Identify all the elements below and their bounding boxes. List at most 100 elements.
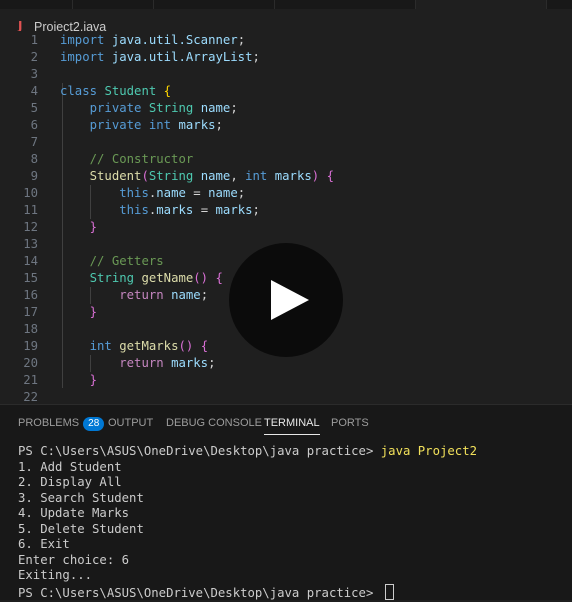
code-line: 21 } xyxy=(0,372,572,389)
code-token: ( xyxy=(141,169,149,183)
code-token: // Constructor xyxy=(89,152,194,166)
code-line: 7 xyxy=(0,134,572,151)
code-text: } xyxy=(60,372,97,389)
code-text: this.marks = marks; xyxy=(60,202,260,219)
code-token: marks xyxy=(178,118,216,132)
code-token: private xyxy=(89,101,142,115)
terminal-output-line: Exiting... xyxy=(18,568,93,582)
line-number: 13 xyxy=(23,237,38,251)
tab-label: DEBUG CONSOLE xyxy=(166,417,262,429)
line-number: 20 xyxy=(23,356,38,370)
code-text: } xyxy=(60,219,97,236)
line-number: 12 xyxy=(23,220,38,234)
terminal-panel[interactable]: PS C:\Users\ASUS\OneDrive\Desktop\java p… xyxy=(0,438,572,600)
code-token: marks xyxy=(215,203,253,217)
panel-tab-bar: PROBLEMS 28 OUTPUT DEBUG CONSOLE TERMINAL POR… xyxy=(0,404,572,439)
line-number: 9 xyxy=(30,169,38,183)
terminal-prompt: PS C:\Users\ASUS\OneDrive\Desktop\java p… xyxy=(18,586,381,600)
line-number: 2 xyxy=(30,50,38,64)
line-number: 21 xyxy=(23,373,38,387)
code-token: } xyxy=(89,220,98,234)
code-line: 6 private int marks; xyxy=(0,117,572,134)
line-number: 19 xyxy=(23,339,38,353)
code-text: class Student { xyxy=(60,83,171,100)
editor-tab[interactable] xyxy=(73,0,154,9)
code-token: String xyxy=(148,169,194,183)
code-token: class xyxy=(60,84,98,98)
code-token: { xyxy=(215,271,223,285)
line-number: 1 xyxy=(30,33,38,47)
code-token: ; xyxy=(237,186,246,200)
tab-debug-console[interactable]: DEBUG CONSOLE xyxy=(166,417,262,429)
code-token: return xyxy=(119,356,164,370)
code-token: return xyxy=(119,288,164,302)
editor-tab[interactable] xyxy=(275,0,416,9)
code-line: 9 Student(String name, int marks) { xyxy=(0,168,572,185)
code-text: int getMarks() { xyxy=(60,338,208,355)
problems-count-badge: 28 xyxy=(83,417,105,431)
code-token: ; xyxy=(208,356,216,370)
code-token: import xyxy=(60,33,105,47)
code-token: // Getters xyxy=(89,254,164,268)
code-text: String getName() { xyxy=(60,270,223,287)
line-number: 18 xyxy=(23,322,38,336)
code-token: java.util.ArrayList xyxy=(111,50,253,64)
editor-tab[interactable] xyxy=(154,0,275,9)
code-line: 20 return marks; xyxy=(0,355,572,372)
line-number: 6 xyxy=(30,118,38,132)
tab-output[interactable]: OUTPUT xyxy=(108,417,153,429)
tab-problems[interactable]: PROBLEMS 28 xyxy=(18,417,105,431)
line-number: 14 xyxy=(23,254,38,268)
code-token: Student xyxy=(89,169,142,183)
code-token: = xyxy=(185,186,209,200)
editor-tab[interactable] xyxy=(416,0,547,9)
code-token: ; xyxy=(252,50,260,64)
code-token: ; xyxy=(215,118,223,132)
code-line: 11 this.marks = marks; xyxy=(0,202,572,219)
code-text: private int marks; xyxy=(60,117,223,134)
line-number: 3 xyxy=(30,67,38,81)
code-token: { xyxy=(163,84,172,98)
code-token: ; xyxy=(200,288,209,302)
terminal-cursor[interactable] xyxy=(384,584,394,600)
code-text: private String name; xyxy=(60,100,238,117)
code-line: 8 // Constructor xyxy=(0,151,572,168)
play-button[interactable] xyxy=(229,243,343,357)
line-number: 11 xyxy=(23,203,38,217)
code-text: import java.util.ArrayList; xyxy=(60,49,260,66)
code-token: this xyxy=(119,203,149,217)
line-number: 7 xyxy=(30,135,38,149)
tab-terminal[interactable]: TERMINAL xyxy=(264,417,320,435)
editor-tab[interactable] xyxy=(0,0,73,9)
code-line: 12 } xyxy=(0,219,572,236)
code-line: 4 class Student { xyxy=(0,83,572,100)
code-line: 3 xyxy=(0,66,572,83)
code-text: } xyxy=(60,304,97,321)
line-number: 5 xyxy=(30,101,38,115)
code-token: , xyxy=(230,169,246,183)
tab-ports[interactable]: PORTS xyxy=(331,417,369,429)
code-line: 10 this.name = name; xyxy=(0,185,572,202)
line-number: 10 xyxy=(23,186,38,200)
code-token: getName xyxy=(141,271,194,285)
code-text: return marks; xyxy=(60,355,216,372)
terminal-output-line: Enter choice: 6 xyxy=(18,552,130,567)
